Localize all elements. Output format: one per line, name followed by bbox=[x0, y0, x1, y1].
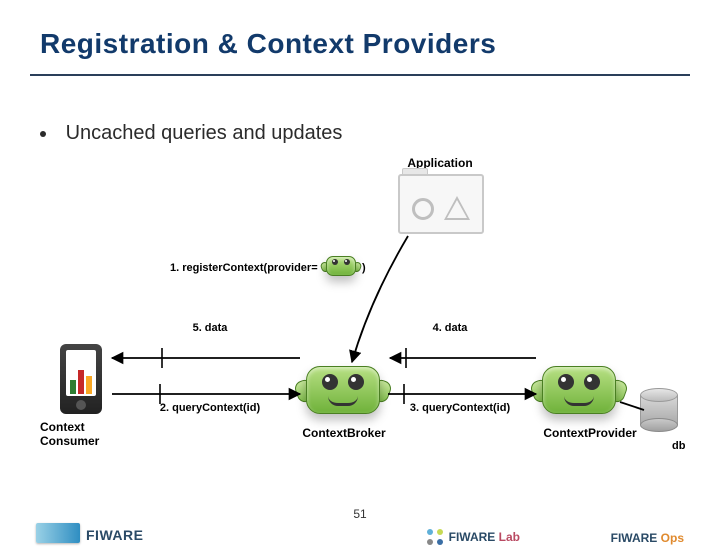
footer: FIWARE FIWARE Lab FIWARE Ops bbox=[0, 513, 720, 553]
fiware-lab-text: FIWARE bbox=[449, 530, 496, 544]
context-consumer-icon bbox=[60, 344, 102, 414]
slide-title: Registration & Context Providers bbox=[40, 28, 496, 60]
fiware-lab-suffix: Lab bbox=[499, 530, 520, 544]
step-1-label-pre: 1. registerContext(provider= bbox=[170, 262, 318, 274]
application-icon bbox=[398, 174, 484, 234]
context-broker-label: ContextBroker bbox=[302, 426, 385, 440]
fiware-ops-text: FIWARE bbox=[611, 531, 658, 545]
context-broker-icon bbox=[306, 366, 380, 414]
context-consumer-label: Context Consumer bbox=[40, 420, 99, 448]
step-2-label: 2. queryContext(id) bbox=[160, 402, 260, 414]
step-4-label: 4. data bbox=[433, 322, 468, 334]
bullet-dot-icon bbox=[40, 131, 46, 137]
fiware-ops-logo: FIWARE Ops bbox=[605, 531, 684, 545]
bullet-text: Uncached queries and updates bbox=[66, 122, 343, 144]
step-1-label-post: ) bbox=[362, 262, 366, 274]
database-label: db bbox=[672, 440, 685, 452]
context-provider-icon bbox=[542, 366, 616, 414]
database-icon bbox=[640, 388, 678, 432]
title-underline bbox=[30, 74, 690, 76]
step-5-label: 5. data bbox=[193, 322, 228, 334]
fiware-lab-dots-icon bbox=[427, 529, 443, 545]
bullet-row: Uncached queries and updates bbox=[40, 122, 342, 145]
context-provider-label: ContextProvider bbox=[543, 426, 636, 440]
fiware-flag-icon bbox=[36, 523, 80, 543]
fiware-logo-text: FIWARE bbox=[86, 527, 143, 543]
diagram-stage: Application Context Consumer ContextBrok… bbox=[0, 150, 720, 490]
step-1-provider-icon bbox=[326, 256, 356, 276]
fiware-ops-suffix: Ops bbox=[661, 531, 684, 545]
step-3-label: 3. queryContext(id) bbox=[410, 402, 510, 414]
fiware-lab-logo: FIWARE Lab bbox=[427, 529, 520, 545]
